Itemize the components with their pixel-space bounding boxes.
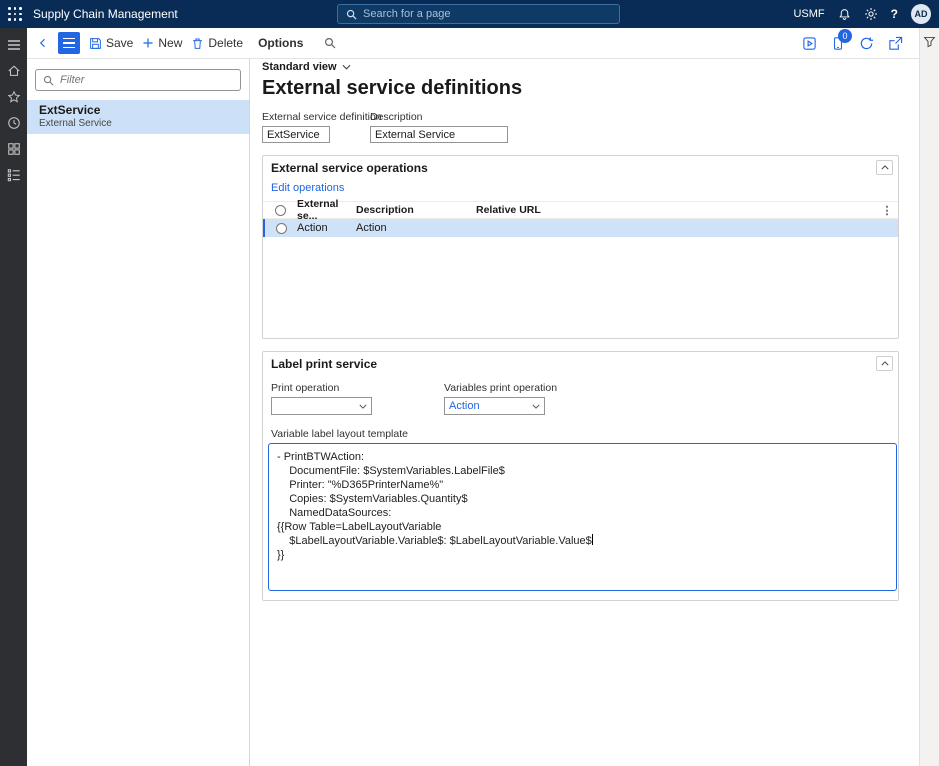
workspaces-list-icon[interactable] xyxy=(5,166,23,184)
list-filter-input[interactable] xyxy=(60,74,235,86)
app-launcher-icon[interactable] xyxy=(8,7,22,21)
edit-operations-link[interactable]: Edit operations xyxy=(271,182,344,194)
grid-empty-space xyxy=(263,237,898,338)
grid-options-icon[interactable]: ⋮ xyxy=(876,204,898,217)
tab-options[interactable]: Options xyxy=(258,36,303,50)
list-item-title: ExtService xyxy=(39,103,249,117)
select-all-radio[interactable] xyxy=(275,205,286,216)
description-input[interactable] xyxy=(370,126,508,143)
menu-icon[interactable] xyxy=(5,36,23,54)
view-selector-label: Standard view xyxy=(262,61,337,73)
topbar: Supply Chain Management USMF ? AD xyxy=(0,0,939,28)
field-label: External service definition xyxy=(262,111,370,123)
action-search-icon[interactable] xyxy=(324,37,336,49)
column-header-relative-url[interactable]: Relative URL xyxy=(476,204,876,216)
topbar-right: USMF ? AD xyxy=(793,0,931,28)
section-header[interactable]: Label print service xyxy=(263,352,898,373)
field-external-service-definition: External service definition xyxy=(262,111,370,143)
right-sidebar-strip xyxy=(919,28,939,766)
open-in-new-window-icon[interactable] xyxy=(888,36,903,51)
save-label: Save xyxy=(106,36,133,50)
record-list-panel: ExtService External Service xyxy=(27,59,250,766)
list-item[interactable]: ExtService External Service xyxy=(27,100,249,134)
refresh-icon[interactable] xyxy=(859,36,874,51)
section-header[interactable]: External service operations xyxy=(263,156,898,177)
bell-icon[interactable] xyxy=(838,8,851,21)
row-select-radio[interactable] xyxy=(276,223,287,234)
section-title: Label print service xyxy=(271,357,377,371)
cell-name: Action xyxy=(297,222,356,234)
filter-search-icon xyxy=(43,75,54,86)
collapse-button[interactable] xyxy=(876,160,893,175)
field-print-operation: Print operation xyxy=(271,382,444,415)
home-icon[interactable] xyxy=(5,62,23,80)
company-picker[interactable]: USMF xyxy=(793,8,824,20)
action-pane-right: 0 xyxy=(802,28,903,59)
chevron-down-icon xyxy=(342,64,351,70)
filter-funnel-icon[interactable] xyxy=(923,35,936,766)
grid-header: External se... Description Relative URL … xyxy=(263,201,898,219)
page-title: External service definitions xyxy=(262,77,899,100)
field-description: Description xyxy=(370,111,508,143)
search-input[interactable] xyxy=(363,8,603,20)
new-label: New xyxy=(158,36,182,50)
gear-icon[interactable] xyxy=(864,7,878,21)
variables-print-operation-dropdown[interactable]: Action xyxy=(444,397,545,415)
nav-pane-toggle-button[interactable] xyxy=(58,32,80,54)
action-pane: Save New Delete Options xyxy=(27,28,919,59)
favorites-star-icon[interactable] xyxy=(5,88,23,106)
main-content: Standard view External service definitio… xyxy=(262,61,899,601)
field-variables-print-operation: Variables print operation Action xyxy=(444,382,617,415)
grid-row[interactable]: Action Action xyxy=(263,219,898,237)
search-icon xyxy=(346,9,357,20)
collapse-button[interactable] xyxy=(876,356,893,371)
section-external-service-operations: External service operations Edit operati… xyxy=(262,155,899,339)
delete-label: Delete xyxy=(208,36,243,50)
new-button[interactable]: New xyxy=(142,36,182,50)
print-operation-dropdown[interactable] xyxy=(271,397,372,415)
column-header-description[interactable]: Description xyxy=(356,204,476,216)
field-label: Variables print operation xyxy=(444,382,617,394)
text-cursor xyxy=(592,534,594,545)
app-title[interactable]: Supply Chain Management xyxy=(33,7,178,21)
list-item-subtitle: External Service xyxy=(39,118,249,129)
task-recorder-icon[interactable] xyxy=(802,36,817,51)
nav-rail xyxy=(0,28,27,766)
delete-button[interactable]: Delete xyxy=(191,36,243,50)
help-icon[interactable]: ? xyxy=(891,7,898,21)
save-button[interactable]: Save xyxy=(89,36,133,50)
avatar[interactable]: AD xyxy=(911,4,931,24)
header-fields: External service definition Description xyxy=(262,111,899,143)
variable-label-layout-template-textarea[interactable]: - PrintBTWAction: DocumentFile: $SystemV… xyxy=(268,443,897,591)
chevron-down-icon xyxy=(532,404,540,409)
external-service-definition-input[interactable] xyxy=(262,126,330,143)
list-filter-box[interactable] xyxy=(35,69,241,91)
mobile-app-icon[interactable]: 0 xyxy=(831,36,845,51)
chevron-down-icon xyxy=(359,404,367,409)
view-selector[interactable]: Standard view xyxy=(262,61,351,73)
cell-description: Action xyxy=(356,222,476,234)
template-label: Variable label layout template xyxy=(271,428,898,440)
topbar-search[interactable] xyxy=(337,4,620,24)
notification-badge[interactable]: 0 xyxy=(838,29,852,43)
back-button[interactable] xyxy=(37,37,49,49)
field-label: Description xyxy=(370,111,508,123)
column-header-name[interactable]: External se... xyxy=(297,198,356,222)
dropdown-value: Action xyxy=(449,400,480,412)
save-icon xyxy=(89,37,102,50)
template-text: }} xyxy=(277,549,284,561)
print-operation-fields: Print operation Variables print operatio… xyxy=(271,382,898,415)
section-title: External service operations xyxy=(271,161,428,175)
action-pane-left: Save New Delete Options xyxy=(27,32,336,54)
section-label-print-service: Label print service Print operation Vari… xyxy=(262,351,899,601)
field-label: Print operation xyxy=(271,382,444,394)
modules-icon[interactable] xyxy=(5,140,23,158)
plus-icon xyxy=(142,37,154,49)
recent-clock-icon[interactable] xyxy=(5,114,23,132)
template-text: - PrintBTWAction: DocumentFile: $SystemV… xyxy=(277,451,592,547)
trash-icon xyxy=(191,37,204,50)
